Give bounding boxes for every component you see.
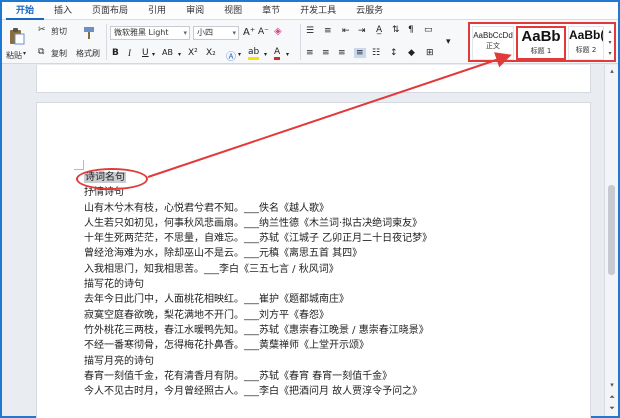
previous-page-icon[interactable]: ⏶ [607, 393, 617, 402]
annotation-arrow [147, 52, 512, 178]
scroll-up-icon[interactable]: ▴ [607, 67, 617, 75]
next-page-icon[interactable]: ⏷ [607, 404, 617, 413]
scroll-down-icon[interactable]: ▾ [607, 381, 617, 389]
vertical-scrollbar[interactable]: ▴ ▾ ⏶ ⏷ [604, 65, 618, 416]
scrollbar-thumb[interactable] [608, 185, 615, 275]
